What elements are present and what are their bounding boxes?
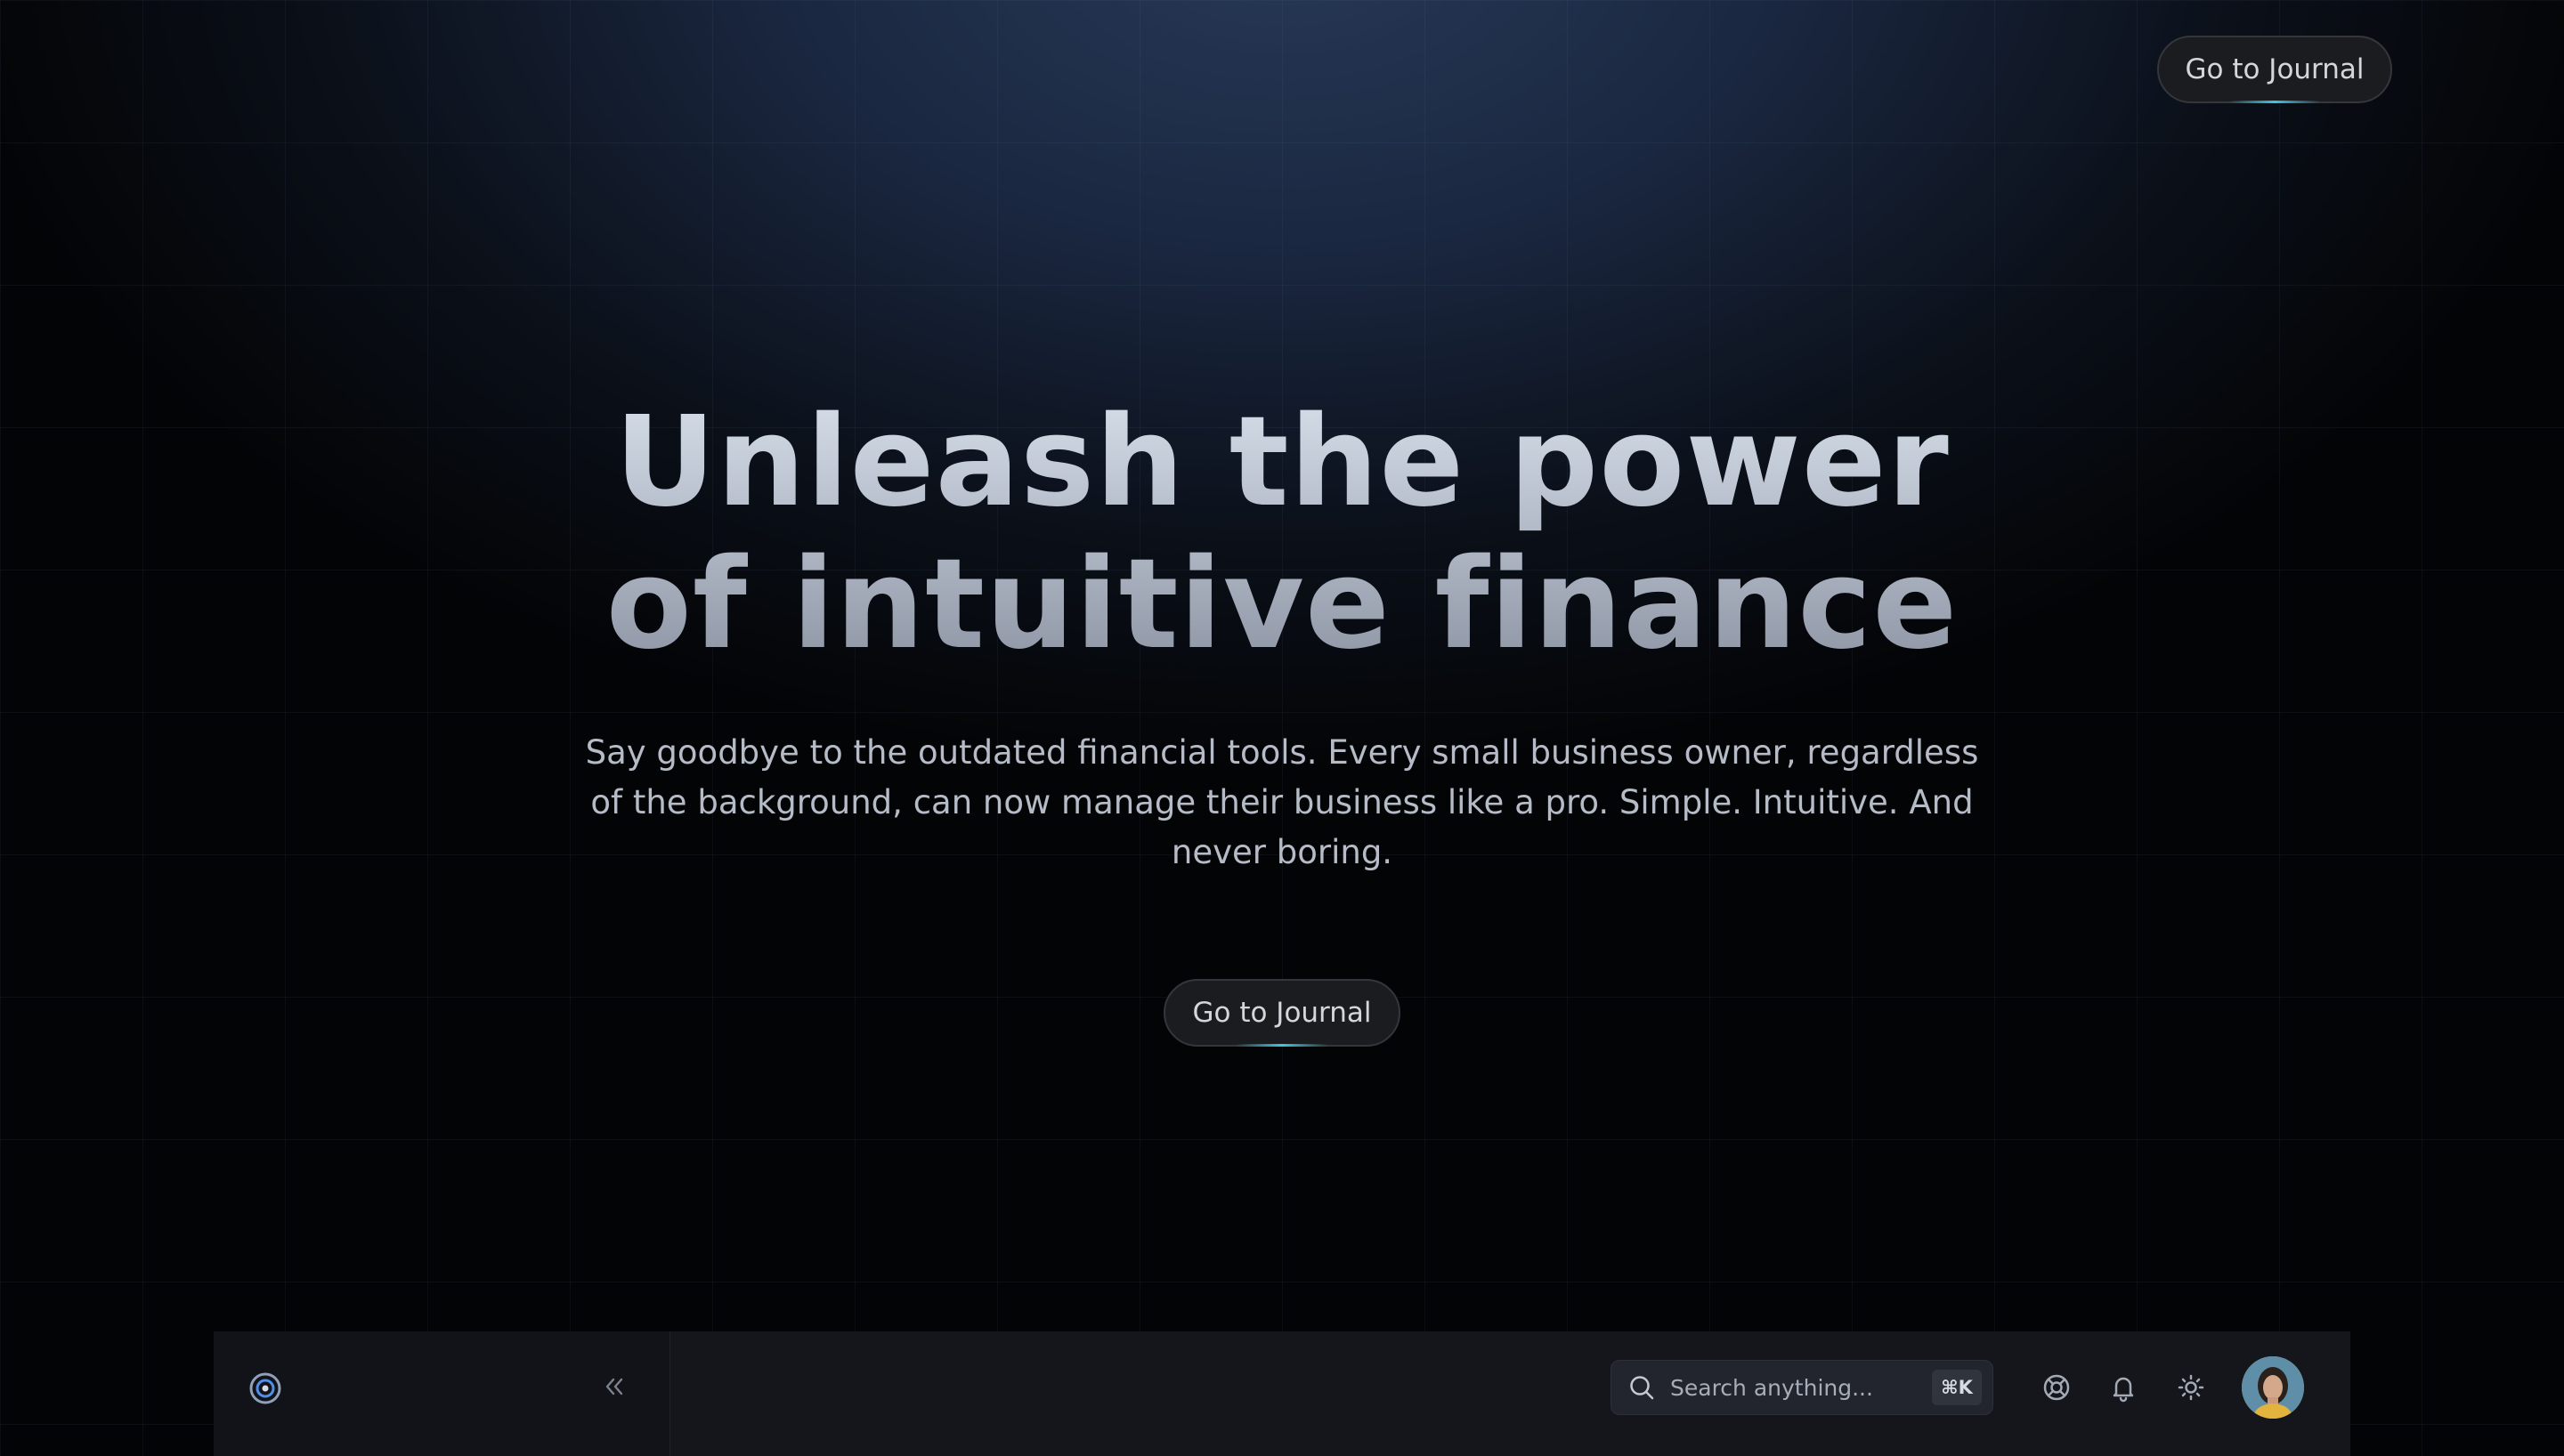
sidebar-header [214,1331,670,1456]
bell-icon[interactable] [2105,1369,2142,1406]
search-shortcut-badge: ⌘K [1932,1370,1982,1405]
target-logo-icon[interactable] [247,1371,283,1406]
app-toolbar: Search anything... ⌘K [214,1331,2350,1456]
double-chevron-left-icon[interactable] [596,1369,632,1404]
sun-icon[interactable] [2172,1369,2210,1406]
hero-subtitle: Say goodbye to the outdated financial to… [585,733,1979,871]
hero-title: Unleash the power of intuitive finance [0,392,2564,676]
hero-title-line-1: Unleash the power [614,390,1950,535]
lifebuoy-icon[interactable] [2038,1369,2075,1406]
go-to-journal-hero-button[interactable]: Go to Journal [1164,979,1400,1047]
user-avatar[interactable] [2242,1356,2304,1419]
go-to-journal-header-button[interactable]: Go to Journal [2157,36,2392,103]
search-icon [1626,1371,1658,1403]
hero-title-line-2: of intuitive finance [605,532,1959,677]
search-input[interactable]: Search anything... ⌘K [1611,1360,1993,1415]
search-placeholder: Search anything... [1670,1374,1873,1401]
